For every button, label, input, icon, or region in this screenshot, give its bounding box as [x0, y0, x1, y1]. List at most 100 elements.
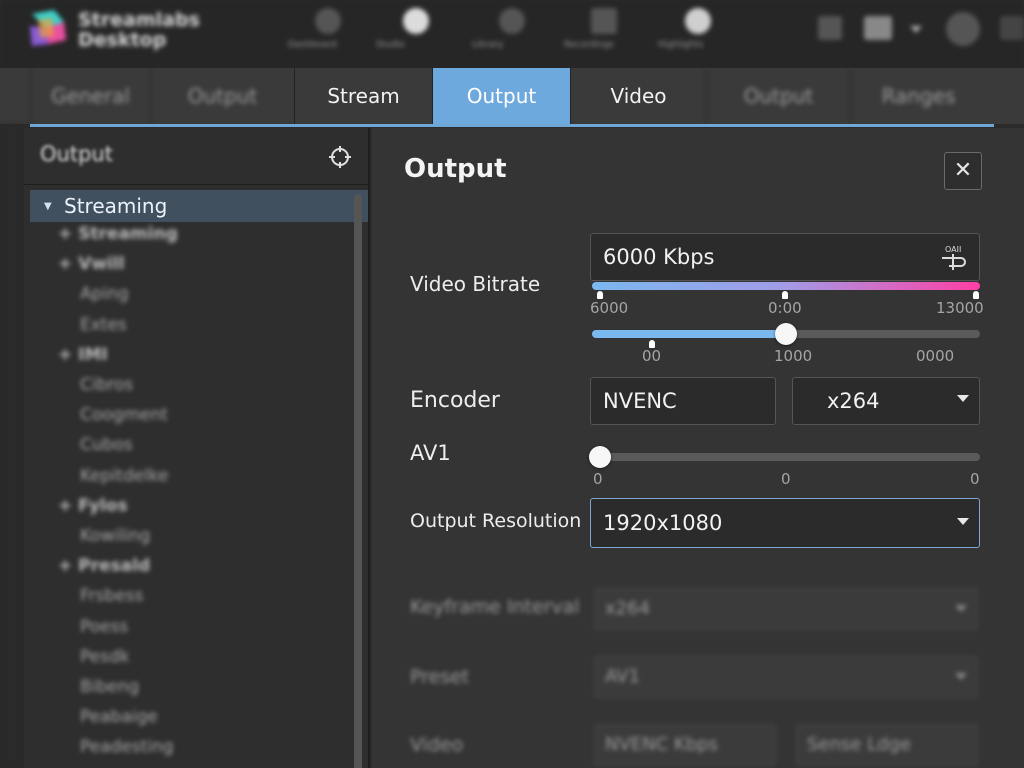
nav-highlights[interactable]: Highlights	[658, 8, 738, 50]
bitrate-mid-label: 0:00	[768, 299, 802, 317]
tree-item[interactable]: Aping	[80, 284, 129, 304]
tree-item-label: Kepitdelke	[80, 465, 169, 486]
tab-stream[interactable]: Stream	[294, 68, 432, 124]
chevron-down-icon	[957, 518, 969, 525]
video-value: NVENC Kbps	[605, 734, 718, 755]
tree-item[interactable]: Cibros	[80, 375, 133, 395]
video-value-2: Sense Ldge	[807, 734, 912, 755]
settings-tabbar: General Output Stream Output Video Outpu…	[0, 68, 1024, 127]
tab-general[interactable]: General	[30, 68, 150, 124]
encoder-select-value: x264	[827, 389, 880, 413]
keyframe-select[interactable]: x264	[594, 588, 978, 630]
tree-item[interactable]: + Streaming	[58, 224, 178, 244]
expand-icon: +	[58, 495, 79, 516]
tab-output-faded[interactable]: Output	[150, 68, 294, 124]
av1-max-label: 0	[970, 470, 980, 488]
sidebar-scrollbar[interactable]	[354, 194, 362, 768]
expand-triangle-icon: ▼	[44, 201, 52, 212]
avatar[interactable]	[946, 12, 980, 46]
close-button[interactable]: ✕	[944, 152, 982, 190]
slider-marker-mid	[782, 291, 788, 299]
keyframe-label: Keyframe Interval	[410, 596, 580, 618]
video-bitrate-value: 6000 Kbps	[603, 245, 715, 269]
tree-item[interactable]: Cubos	[80, 435, 133, 455]
sidebar: Output ▼ Streaming + Streaming + Vwill Api…	[24, 128, 370, 768]
av1-mid-label: 0	[781, 470, 791, 488]
tree-item[interactable]: + Vwill	[58, 254, 125, 274]
tree-item-selected-label: Streaming	[64, 194, 168, 218]
av1-track	[600, 453, 980, 461]
tree-item[interactable]: + Fylos	[58, 496, 128, 516]
tree-item[interactable]: + IMI	[58, 345, 108, 365]
app-title: Streamlabs Desktop	[78, 10, 200, 50]
video-bitrate-field[interactable]: 6000 Kbps OAII	[590, 233, 980, 281]
video-bitrate-label: Video Bitrate	[410, 272, 541, 296]
expand-icon: +	[58, 344, 79, 365]
video-select[interactable]: NVENC Kbps	[594, 724, 776, 766]
preset-value: AV1	[605, 666, 640, 687]
tree-item[interactable]: Pesdk	[80, 647, 130, 667]
tree-item-selected[interactable]: ▼ Streaming	[30, 190, 368, 222]
chevron-down-icon	[957, 395, 969, 402]
encoder-field[interactable]: NVENC	[590, 377, 776, 425]
nav-dashboard[interactable]: Dashboard	[288, 8, 368, 50]
chat-icon[interactable]	[864, 16, 892, 40]
tree-item[interactable]: Extes	[80, 315, 127, 335]
nav-label: Dashboard	[288, 40, 337, 50]
keyframe-value: x264	[605, 598, 651, 619]
tree-item-label: Cubos	[80, 435, 133, 456]
range-mid-label: 1000	[774, 347, 813, 365]
settings-icon[interactable]	[1000, 16, 1024, 40]
tree-item[interactable]: Peabaige	[80, 707, 158, 727]
tree-item[interactable]: Coogment	[80, 405, 168, 425]
tree-item-label: Fylos	[78, 495, 128, 516]
preset-select[interactable]: AV1	[594, 656, 978, 698]
av1-knob[interactable]	[589, 446, 611, 468]
nav-studio[interactable]: Studio	[376, 8, 456, 50]
nav-label: Library	[472, 40, 504, 50]
tab-ranges[interactable]: Ranges	[850, 68, 986, 124]
nav-recordings[interactable]: Recordings	[564, 8, 644, 50]
video-label: Video	[410, 734, 464, 756]
sidebar-title: Output	[40, 142, 113, 166]
tree-item[interactable]: Frsbess	[80, 586, 143, 606]
preset-label: Preset	[410, 666, 470, 688]
app-title-line1: Streamlabs	[78, 9, 200, 31]
main-panel: Output ✕ Video Bitrate 6000 Kbps OAII 60…	[372, 128, 1024, 768]
tree-item-label: Presald	[78, 556, 151, 577]
chevron-down-icon	[955, 673, 967, 680]
tree-item[interactable]: Peadesting	[80, 737, 174, 757]
tab-video[interactable]: Video	[570, 68, 706, 124]
range-knob[interactable]	[775, 323, 797, 345]
app-title-line2: Desktop	[78, 29, 167, 51]
range-min-label: 00	[642, 347, 662, 365]
chevron-down-icon	[955, 605, 967, 612]
chevron-down-icon[interactable]	[910, 26, 922, 33]
tree-item-label: IMI	[78, 344, 108, 365]
tree-item-label: Peabaige	[80, 707, 158, 728]
tree-item-label: Peadesting	[80, 737, 174, 758]
tab-output[interactable]: Output	[432, 68, 570, 124]
crosshair-icon[interactable]	[328, 145, 352, 169]
tab-output-2[interactable]: Output	[706, 68, 850, 124]
layout-icon[interactable]	[818, 16, 842, 40]
tree-item[interactable]: Kowiling	[80, 526, 150, 546]
page-title: Output	[404, 154, 507, 184]
tree-item-label: Pesdk	[80, 646, 130, 667]
tree-item[interactable]: + Presald	[58, 556, 150, 576]
video-field-2[interactable]: Sense Ldge	[796, 724, 978, 766]
nav-label: Highlights	[658, 40, 704, 50]
output-resolution-value: 1920x1080	[603, 511, 723, 535]
bitrate-max-label: 13000	[936, 299, 984, 317]
gear-icon	[499, 8, 525, 34]
tree-item-label: Coogment	[80, 405, 168, 426]
bitrate-gradient-slider[interactable]	[592, 282, 980, 290]
tree-item[interactable]: Bibeng	[80, 677, 139, 697]
tree-item[interactable]: Poess	[80, 617, 128, 637]
output-resolution-select[interactable]: 1920x1080	[590, 498, 980, 548]
svg-text:OAII: OAII	[945, 245, 961, 254]
tree-item[interactable]: Kepitdelke	[80, 466, 169, 486]
encoder-select[interactable]: x264	[792, 377, 980, 425]
slider-marker-min	[597, 291, 603, 299]
nav-library[interactable]: Library	[472, 8, 552, 50]
